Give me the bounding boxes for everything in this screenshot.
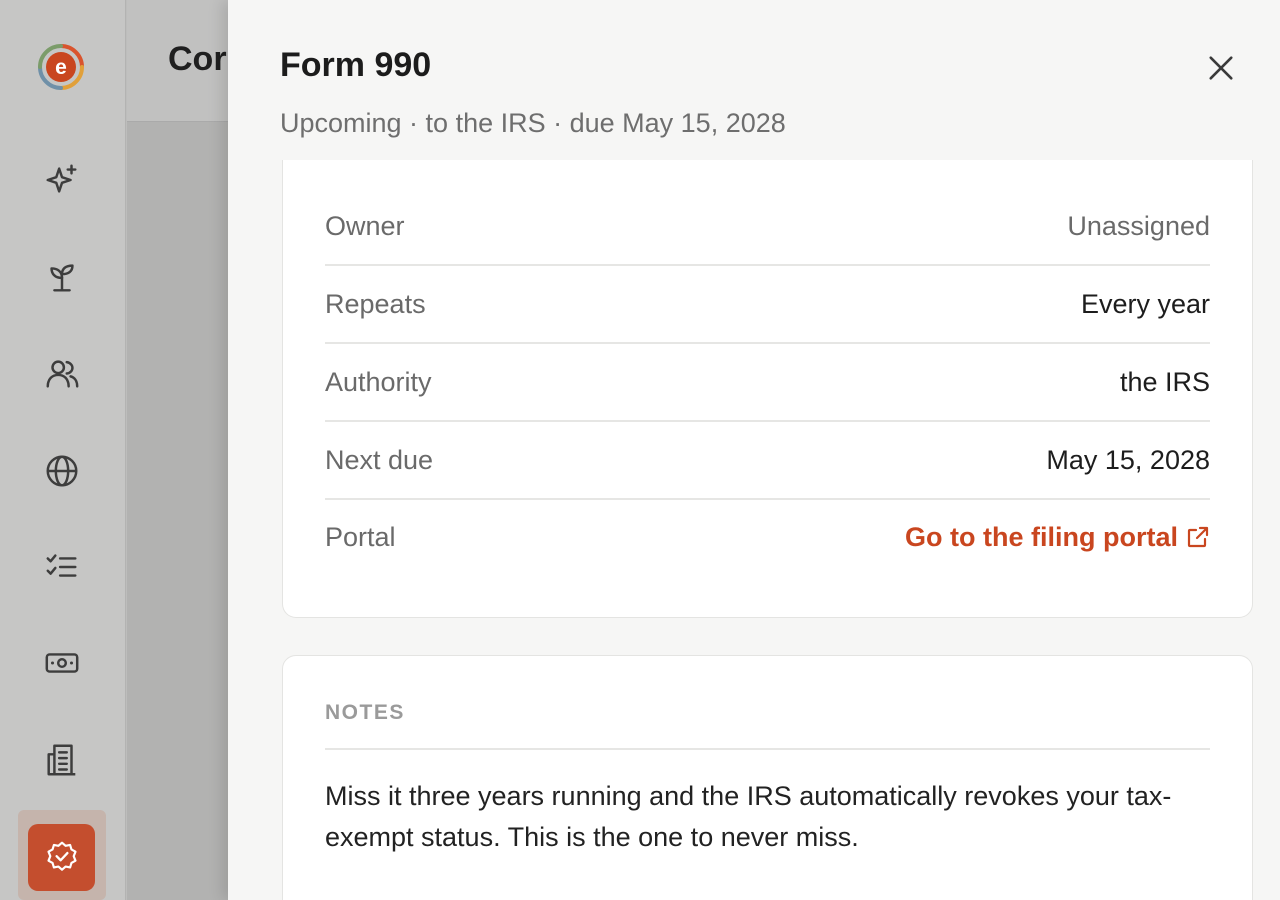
filing-portal-link-text: Go to the filing portal bbox=[905, 521, 1178, 552]
svg-text:e: e bbox=[55, 56, 67, 79]
sidebar-item-growth[interactable] bbox=[42, 257, 82, 297]
background-page-title: Cor bbox=[168, 40, 227, 78]
app-logo-icon[interactable]: e bbox=[37, 43, 85, 91]
globe-icon bbox=[46, 455, 78, 487]
detail-label: Authority bbox=[325, 366, 432, 397]
detail-label: Repeats bbox=[325, 288, 426, 319]
notes-body: Miss it three years running and the IRS … bbox=[325, 781, 1172, 852]
drawer-subtitle: Upcoming · to the IRS · due May 15, 2028 bbox=[280, 108, 786, 138]
close-button[interactable] bbox=[1203, 50, 1239, 86]
sidebar-item-global[interactable] bbox=[42, 451, 82, 491]
filing-portal-link[interactable]: Go to the filing portal bbox=[905, 522, 1210, 553]
detail-drawer: Form 990 Upcoming · to the IRS · due May… bbox=[228, 0, 1280, 900]
detail-label: Next due bbox=[325, 444, 434, 475]
sidebar-item-tasks[interactable] bbox=[42, 547, 82, 587]
owner-value: Unassigned bbox=[1067, 210, 1210, 241]
notes-card: NOTES Miss it three years running and th… bbox=[282, 655, 1253, 900]
sidebar-item-people[interactable] bbox=[42, 354, 82, 394]
sidebar-item-finance[interactable] bbox=[42, 643, 82, 683]
detail-row-portal: Portal Go to the filing portal bbox=[325, 498, 1210, 576]
sparkles-icon bbox=[46, 164, 77, 193]
money-icon bbox=[45, 653, 79, 673]
sidebar-item-compliance[interactable] bbox=[28, 824, 95, 891]
checklist-icon bbox=[46, 554, 77, 577]
detail-label: Owner bbox=[325, 210, 405, 241]
sprout-icon bbox=[50, 264, 74, 292]
sidebar-item-ai[interactable] bbox=[42, 160, 82, 200]
detail-row-next-due: Next due May 15, 2028 bbox=[325, 422, 1210, 500]
app-sidebar: e bbox=[0, 0, 126, 900]
details-card: Owner Unassigned Repeats Every year Auth… bbox=[282, 160, 1253, 618]
drawer-title: Form 990 bbox=[280, 46, 432, 84]
detail-row-authority: Authority the IRS bbox=[325, 344, 1210, 422]
close-icon bbox=[1209, 56, 1233, 80]
authority-value: the IRS bbox=[1119, 366, 1210, 397]
next-due-value: May 15, 2028 bbox=[1046, 444, 1210, 475]
notes-divider bbox=[325, 748, 1210, 750]
detail-label: Portal bbox=[325, 521, 396, 552]
users-icon bbox=[46, 360, 79, 388]
detail-row-owner: Owner Unassigned bbox=[325, 188, 1210, 266]
detail-row-repeats: Repeats Every year bbox=[325, 266, 1210, 344]
repeats-value: Every year bbox=[1080, 288, 1210, 319]
building-icon bbox=[47, 744, 76, 776]
badge-check-icon bbox=[46, 841, 77, 871]
notes-heading: NOTES bbox=[325, 701, 405, 724]
external-link-icon bbox=[1187, 526, 1209, 548]
sidebar-item-documents[interactable] bbox=[42, 740, 82, 780]
